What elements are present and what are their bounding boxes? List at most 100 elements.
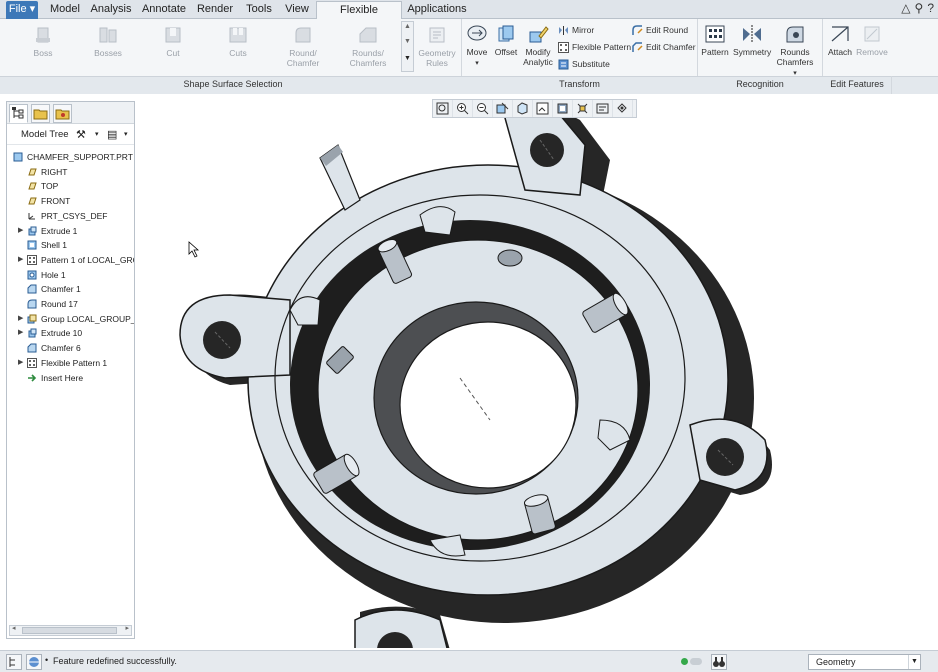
gallery-expand-icon[interactable]: ▼: [402, 54, 413, 63]
cuts-icon: [229, 27, 247, 43]
tab-view[interactable]: View: [282, 1, 312, 19]
tab-favorites[interactable]: [53, 104, 72, 123]
spin-center-button[interactable]: [613, 100, 633, 117]
scroll-down-icon[interactable]: ▼: [402, 37, 413, 46]
move-button[interactable]: Move ▾: [462, 24, 492, 69]
rounds-chamfers-recognition-button[interactable]: Rounds Chamfers ▾: [774, 24, 816, 79]
tree-item[interactable]: CHAMFER_SUPPORT.PRT: [7, 150, 134, 164]
mouse-cursor: [188, 241, 200, 258]
tab-flexible-modeling[interactable]: Flexible Modeling: [316, 1, 402, 33]
display-style-button[interactable]: [513, 100, 533, 117]
graphics-viewport[interactable]: [138, 96, 938, 648]
expand-arrow-icon[interactable]: ▶: [18, 312, 26, 326]
tree-item[interactable]: Chamfer 6: [7, 341, 134, 355]
zoom-out-button[interactable]: [473, 100, 493, 117]
pattern-recognition-button[interactable]: Pattern: [700, 24, 730, 57]
mirror-button[interactable]: Mirror: [558, 23, 594, 37]
zoom-out-icon: [477, 103, 489, 115]
cut-button[interactable]: Cut: [154, 25, 192, 58]
rounds-chamfers-button[interactable]: Rounds/ Chamfers: [344, 25, 392, 68]
tab-file-label: File: [8, 3, 27, 15]
regeneration-status-icon: [681, 658, 688, 665]
cuts-button[interactable]: Cuts: [219, 25, 257, 58]
expand-arrow-icon[interactable]: ▶: [18, 253, 26, 267]
bosses-button[interactable]: Bosses: [88, 25, 128, 58]
tree-item[interactable]: Insert Here: [7, 371, 134, 385]
tab-annotate[interactable]: Annotate: [140, 1, 188, 19]
selection-filter-dropdown[interactable]: Geometry ▼: [808, 654, 921, 670]
repaint-button[interactable]: [493, 100, 513, 117]
modify-analytic-button[interactable]: Modify Analytic: [521, 24, 555, 67]
tree-item[interactable]: ▶ Flexible Pattern 1: [7, 356, 134, 370]
model-tree-title: Model Tree: [21, 129, 69, 140]
tree-item[interactable]: PRT_CSYS_DEF: [7, 209, 134, 223]
tree-item[interactable]: TOP: [7, 179, 134, 193]
flexible-pattern-button[interactable]: Flexible Pattern: [558, 40, 631, 54]
tab-file[interactable]: File ▾: [6, 1, 38, 19]
rounds-chamfers-recognition-label-2: Chamfers: [776, 57, 814, 67]
tab-folder-browser[interactable]: [31, 104, 50, 123]
tab-analysis[interactable]: Analysis: [88, 1, 134, 19]
edit-chamfer-icon: [632, 41, 643, 52]
chevron-down-icon[interactable]: ▾: [124, 130, 128, 138]
refit-button[interactable]: [433, 100, 453, 117]
ribbon-tab-bar: File ▾ Model Analysis Annotate Render To…: [0, 0, 938, 33]
move-dropdown-icon[interactable]: ▾: [475, 60, 479, 67]
expand-arrow-icon[interactable]: ▶: [18, 326, 26, 340]
find-button[interactable]: [711, 654, 727, 670]
help-icon[interactable]: ?: [927, 1, 934, 17]
tree-item[interactable]: Round 17: [7, 297, 134, 311]
tab-tools[interactable]: Tools: [240, 1, 278, 19]
group-label-recognition: Recognition: [736, 79, 784, 89]
remove-button[interactable]: Remove: [856, 24, 888, 57]
chevron-down-icon[interactable]: ▾: [95, 130, 99, 138]
tree-item[interactable]: ▶ Extrude 1: [7, 224, 134, 238]
scroll-left-icon[interactable]: ◂: [12, 624, 16, 632]
geometry-rules-button[interactable]: Geometry Rules: [417, 25, 457, 68]
edit-chamfer-button[interactable]: Edit Chamfer: [632, 40, 696, 54]
tab-model[interactable]: Model: [44, 1, 86, 19]
attach-button[interactable]: Attach: [826, 24, 854, 57]
substitute-button[interactable]: Substitute: [558, 57, 610, 71]
boss-button[interactable]: Boss: [24, 25, 62, 58]
expand-arrow-icon[interactable]: ▶: [18, 224, 26, 238]
tab-model-tree[interactable]: [9, 104, 28, 123]
chevron-down-icon[interactable]: ▼: [908, 655, 920, 669]
bore-hole: [399, 321, 577, 489]
tree-item[interactable]: Hole 1: [7, 268, 134, 282]
scroll-right-icon[interactable]: ▸: [125, 624, 129, 632]
tree-item[interactable]: ▶ Group LOCAL_GROUP_4: [7, 312, 134, 326]
tree-item[interactable]: RIGHT: [7, 165, 134, 179]
saved-orientations-button[interactable]: [533, 100, 553, 117]
toggle-browser-button[interactable]: [26, 654, 42, 670]
ribbon-gallery-scroll[interactable]: ▲ ▼ ▼: [401, 21, 414, 72]
tree-item[interactable]: Shell 1: [7, 238, 134, 252]
scroll-up-icon[interactable]: ▲: [402, 22, 413, 31]
tab-render[interactable]: Render: [194, 1, 236, 19]
zoom-in-button[interactable]: [453, 100, 473, 117]
part-model-render[interactable]: [138, 96, 938, 648]
tree-settings-icon[interactable]: ⚒: [76, 128, 86, 141]
round-chamfer-button[interactable]: Round/ Chamfer: [280, 25, 326, 68]
tree-item[interactable]: ▶ Pattern 1 of LOCAL_GRO: [7, 253, 134, 267]
boss-label: Boss: [33, 48, 53, 58]
edit-round-button[interactable]: Edit Round: [632, 23, 688, 37]
collapse-ribbon-icon[interactable]: △: [901, 1, 910, 17]
tree-show-icon[interactable]: ▤: [107, 128, 117, 141]
tree-horizontal-scrollbar[interactable]: ◂ ▸: [9, 625, 132, 636]
expand-arrow-icon[interactable]: ▶: [18, 356, 26, 370]
tree-item[interactable]: ▶ Extrude 10: [7, 326, 134, 340]
scrollbar-thumb[interactable]: [22, 627, 117, 634]
toggle-navigator-button[interactable]: [6, 654, 22, 670]
search-icon[interactable]: ⚲: [915, 1, 924, 17]
symmetry-button[interactable]: Symmetry: [733, 24, 771, 57]
favorites-icon: [55, 109, 70, 120]
tab-applications[interactable]: Applications: [404, 1, 470, 19]
tree-item[interactable]: Chamfer 1: [7, 282, 134, 296]
view-manager-button[interactable]: [553, 100, 573, 117]
datum-display-button[interactable]: [573, 100, 593, 117]
tree-item[interactable]: FRONT: [7, 194, 134, 208]
substitute-icon: [558, 59, 569, 69]
annotation-display-button[interactable]: [593, 100, 613, 117]
offset-button[interactable]: Offset: [492, 24, 520, 57]
